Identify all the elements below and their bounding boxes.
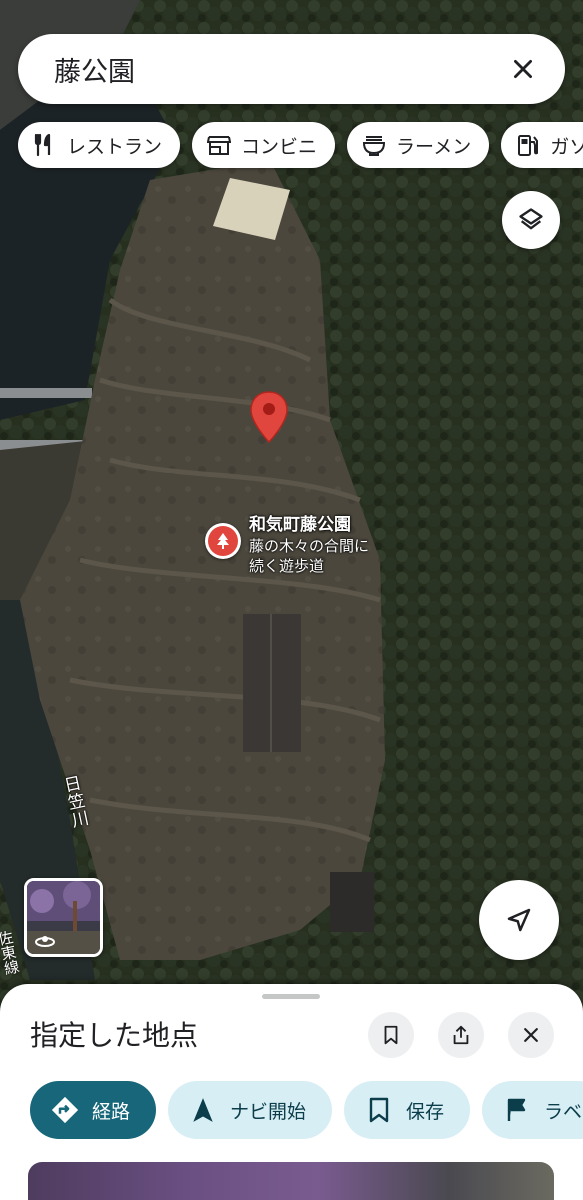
start-navigation-label: ナビ開始 — [230, 1100, 307, 1123]
store-icon — [206, 132, 232, 158]
layers-icon — [519, 208, 543, 230]
chip-ramen[interactable]: ラーメン — [347, 122, 490, 168]
bookmark-icon — [384, 1025, 398, 1045]
tree-icon — [208, 526, 238, 556]
poi-description-label: 藤の木々の合間に続く遊歩道 — [249, 537, 370, 575]
close-icon — [524, 1028, 538, 1042]
chip-convenience-store[interactable]: コンビニ — [192, 122, 336, 168]
place-photo[interactable] — [28, 1162, 554, 1200]
fork-knife-icon — [32, 132, 58, 158]
save-label: 保存 — [406, 1100, 445, 1123]
chip-restaurant[interactable]: レストラン — [18, 122, 181, 168]
label-button[interactable]: ラベ — [482, 1081, 583, 1139]
navigation-arrow-icon — [188, 1095, 218, 1125]
location-pin-icon[interactable] — [249, 390, 289, 446]
search-query[interactable]: 藤公園 — [54, 50, 503, 89]
close-icon — [514, 60, 532, 78]
directions-icon — [50, 1095, 80, 1125]
chip-label: コンビニ — [241, 135, 318, 158]
start-navigation-button[interactable]: ナビ開始 — [168, 1081, 333, 1139]
chip-label: ガソ — [550, 135, 583, 158]
clear-search-button[interactable] — [503, 49, 543, 89]
place-bottom-sheet[interactable]: 指定した地点 経路 ナビ開始 保存 ラベ — [0, 984, 583, 1200]
label-label: ラベ — [544, 1100, 583, 1123]
flag-icon — [502, 1095, 532, 1125]
ramen-icon — [361, 132, 387, 158]
park-poi-marker[interactable] — [205, 523, 241, 559]
drag-handle[interactable] — [262, 994, 320, 999]
search-bar[interactable]: 藤公園 — [18, 34, 565, 104]
360-rotate-icon — [35, 936, 55, 947]
chip-gas-station[interactable]: ガソ — [501, 122, 583, 168]
map-layers-button[interactable] — [502, 191, 560, 249]
save-place-button[interactable] — [368, 1012, 414, 1058]
sheet-title: 指定した地点 — [30, 1019, 199, 1052]
close-sheet-button[interactable] — [508, 1012, 554, 1058]
chip-label: ラーメン — [396, 135, 472, 158]
my-location-button[interactable] — [479, 880, 559, 960]
poi-name-label[interactable]: 和気町藤公園 — [249, 510, 351, 535]
save-button[interactable]: 保存 — [344, 1081, 471, 1139]
directions-button[interactable]: 経路 — [30, 1081, 157, 1139]
action-buttons: 経路 ナビ開始 保存 ラベ — [30, 1081, 583, 1139]
navigation-arrow-icon — [507, 908, 531, 932]
chip-label: レストラン — [67, 135, 163, 158]
gas-station-icon — [515, 132, 541, 158]
share-icon — [453, 1025, 469, 1045]
bookmark-icon — [364, 1095, 394, 1125]
category-chips: レストラン コンビニ ラーメン ガソ — [18, 122, 583, 168]
share-button[interactable] — [438, 1012, 484, 1058]
directions-label: 経路 — [92, 1100, 131, 1123]
street-view-thumbnail[interactable] — [24, 878, 103, 957]
